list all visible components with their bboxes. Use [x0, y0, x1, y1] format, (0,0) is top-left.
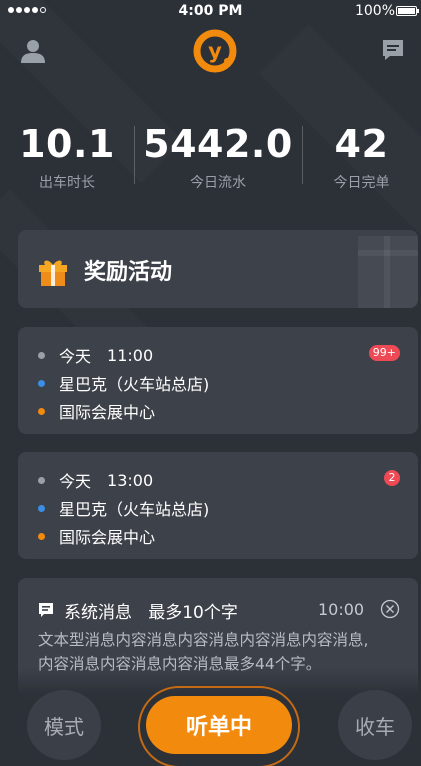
order-time: 11:00: [107, 345, 154, 365]
system-message-line: 文本型消息内容消息内容消息内容消息内容消息,: [38, 631, 369, 649]
svg-text:y: y: [208, 39, 222, 63]
order-to: 国际会展中心: [59, 528, 156, 547]
order-time-row: 今天 11:00: [38, 343, 153, 367]
unread-badge: 2: [384, 470, 400, 486]
close-circle-icon[interactable]: [380, 599, 400, 619]
stat-value: 42: [334, 122, 389, 166]
order-day: 今天: [59, 472, 92, 491]
reward-title: 奖励活动: [84, 260, 173, 285]
header: y: [0, 22, 421, 82]
system-message-title: 系统消息 最多10个字: [64, 603, 238, 623]
order-to-row: 国际会展中心: [38, 524, 155, 548]
order-card[interactable]: 今天 13:00 星巴克（火车站总店) 国际会展中心 2: [18, 452, 418, 559]
destination-dot-icon: [38, 407, 45, 415]
stat-label: 今日完单: [333, 175, 390, 191]
order-from-row: 星巴克（火车站总店): [38, 371, 209, 395]
order-to: 国际会展中心: [59, 403, 156, 422]
gift-decoration-icon: [358, 236, 418, 308]
stat-label: 今日流水: [190, 175, 246, 191]
time-dot-icon: [38, 476, 45, 484]
chat-bubble-icon[interactable]: [381, 38, 405, 62]
time-dot-icon: [38, 351, 45, 359]
stats-panel: 10.1 出车时长 5442.0 今日流水 42 今日完单: [0, 122, 421, 192]
user-icon[interactable]: [20, 38, 46, 64]
order-to-row: 国际会展中心: [38, 399, 155, 423]
brand-logo: y: [193, 29, 237, 73]
order-from-row: 星巴克（火车站总店): [38, 496, 209, 520]
end-shift-button[interactable]: 收车: [338, 690, 412, 760]
unread-badge: 99+: [368, 345, 400, 361]
stat-completed-orders: 42 今日完单: [302, 122, 421, 192]
stat-value: 10.1: [19, 122, 115, 166]
battery-icon: [396, 6, 419, 16]
order-card[interactable]: 今天 11:00 星巴克（火车站总店) 国际会展中心 99+: [18, 327, 418, 434]
stat-drive-duration: 10.1 出车时长: [0, 122, 134, 192]
stat-label: 出车时长: [39, 175, 95, 191]
destination-dot-icon: [38, 532, 45, 540]
stat-value: 5442.0: [143, 122, 293, 166]
status-bar: 4:00 PM 100%: [0, 0, 421, 22]
order-time-row: 今天 13:00: [38, 468, 153, 492]
order-time: 13:00: [107, 470, 154, 490]
mode-button[interactable]: 模式: [27, 690, 101, 760]
order-from: 星巴克（火车站总店): [59, 500, 210, 519]
reward-activity-card[interactable]: 奖励活动: [18, 230, 418, 308]
origin-dot-icon: [38, 504, 45, 512]
gift-icon: [39, 260, 67, 286]
origin-dot-icon: [38, 379, 45, 387]
battery-percentage: 100%: [354, 3, 395, 19]
system-message-time: 10:00: [318, 600, 365, 619]
order-day: 今天: [59, 347, 92, 366]
stat-daily-income: 5442.0 今日流水: [134, 122, 302, 192]
order-from: 星巴克（火车站总店): [59, 375, 210, 394]
listening-button[interactable]: 听单中: [146, 696, 292, 754]
message-icon: [39, 603, 53, 617]
